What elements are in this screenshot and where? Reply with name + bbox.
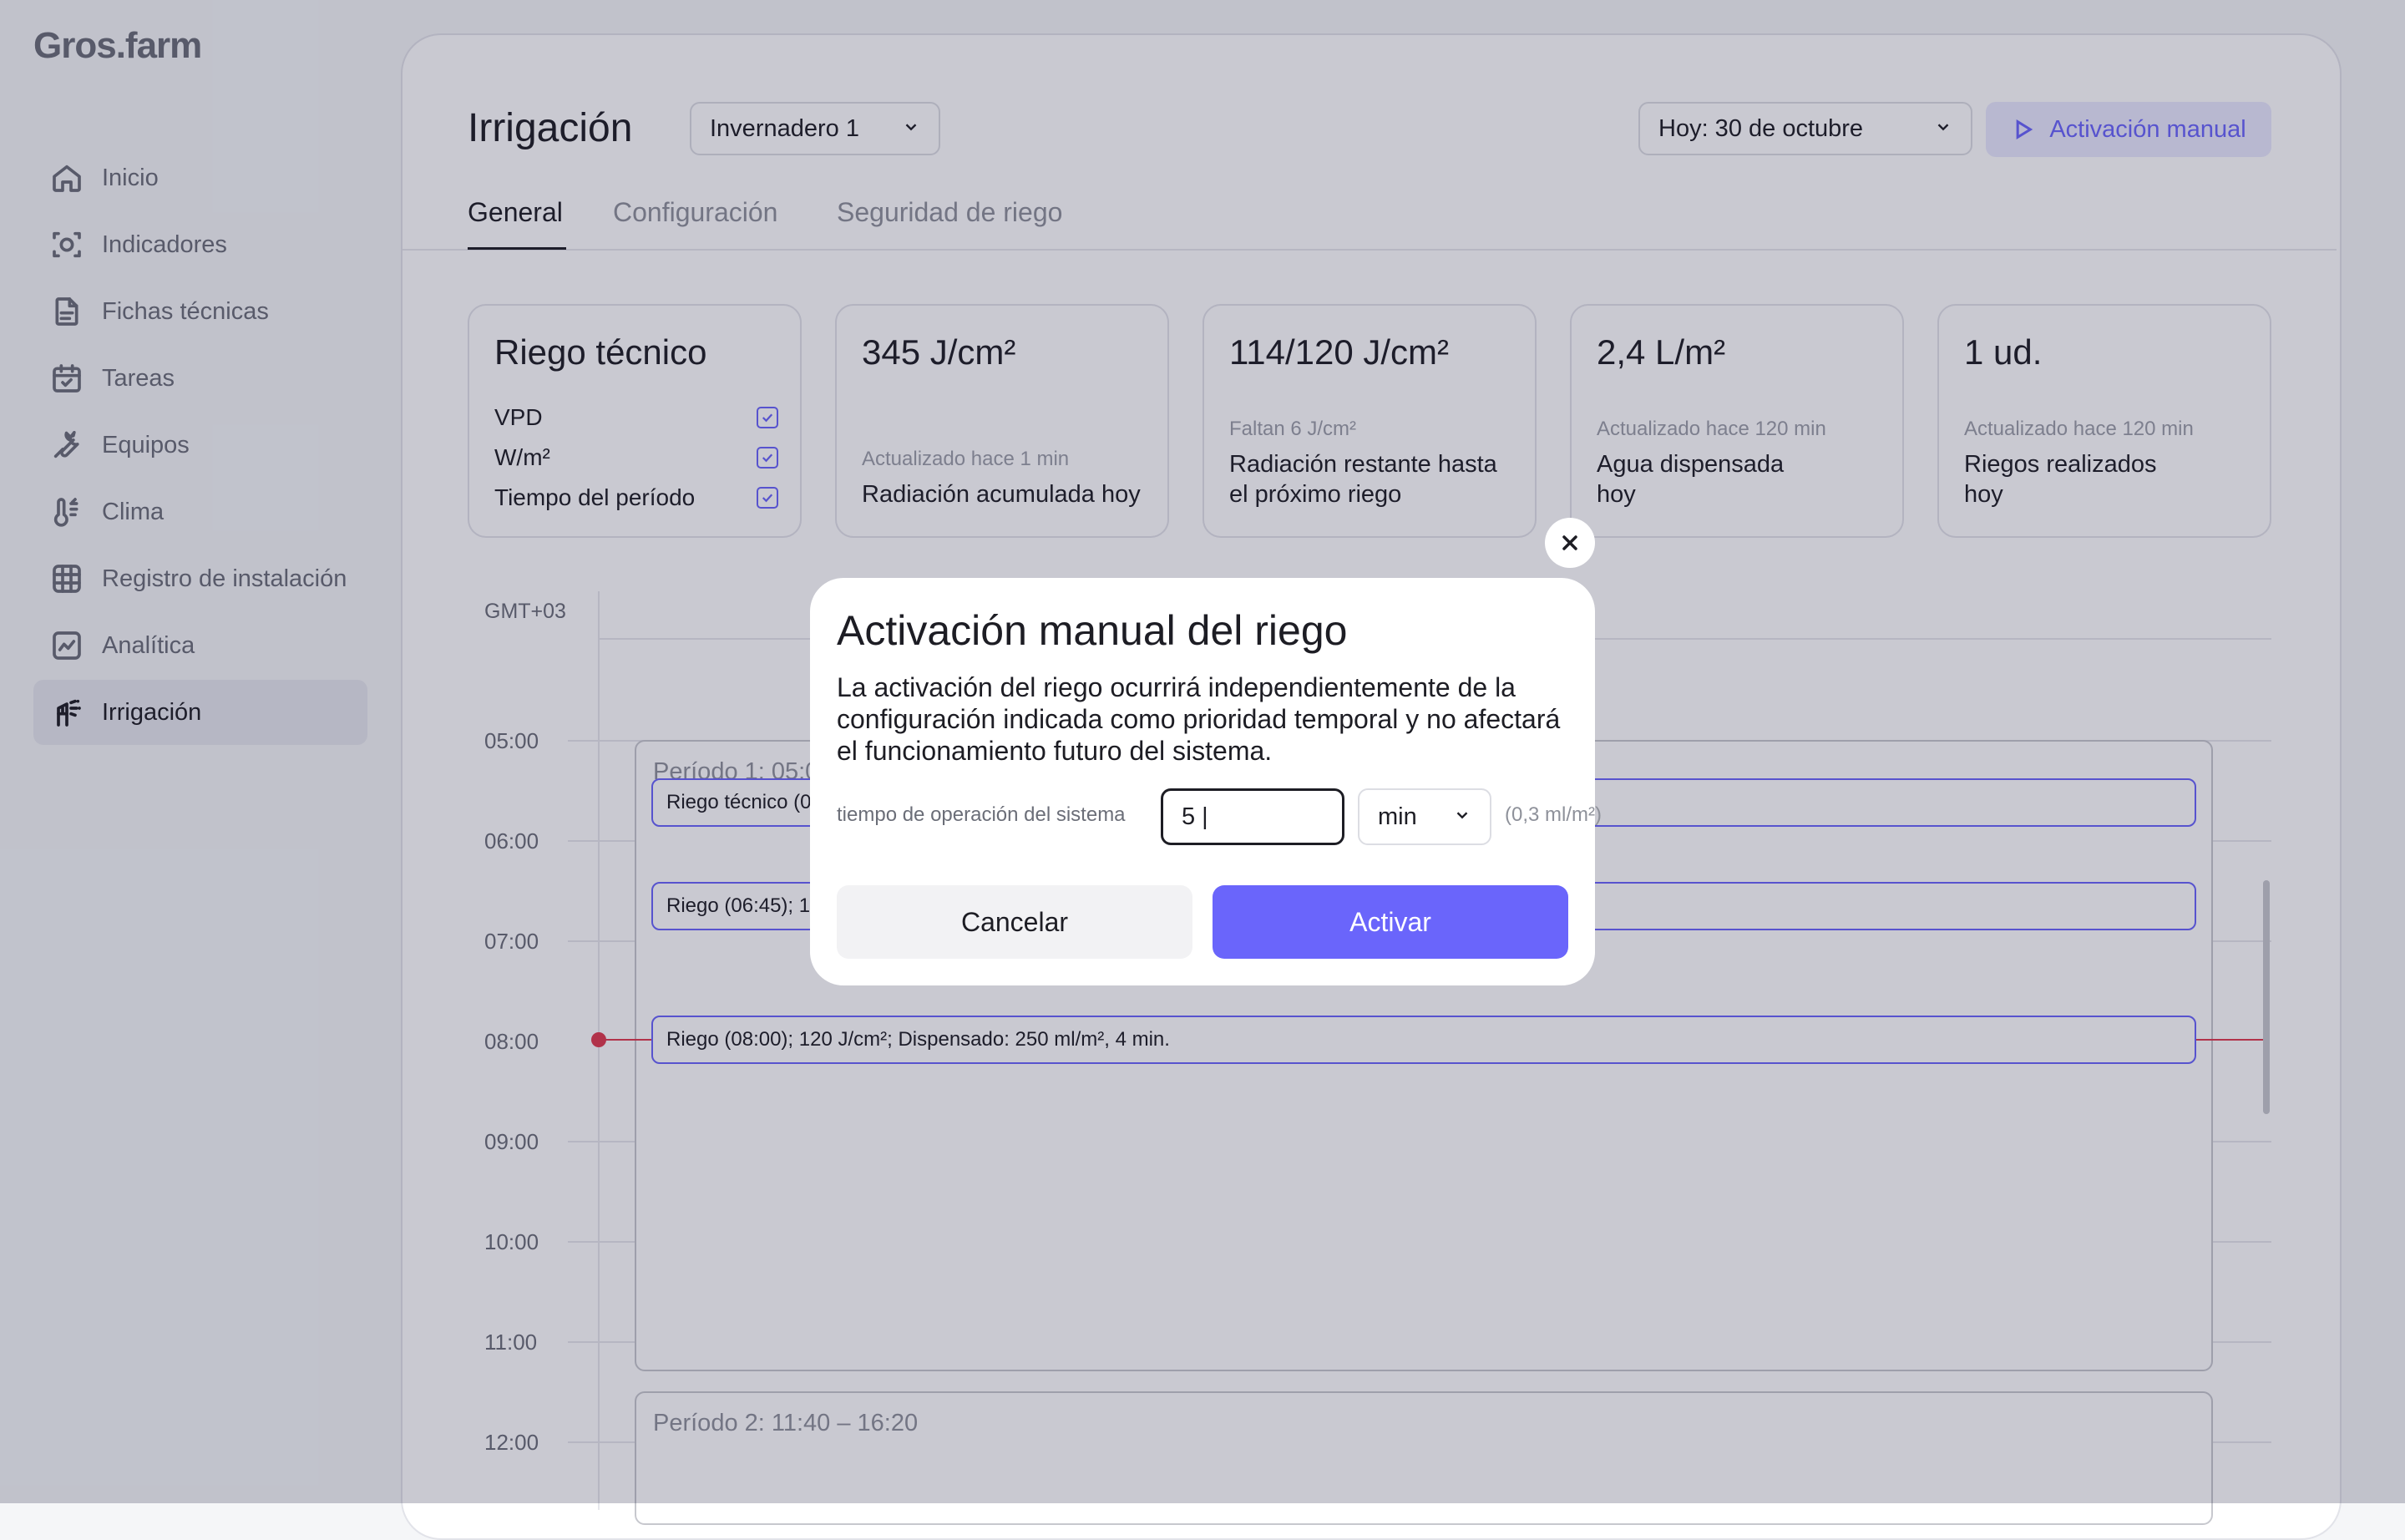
close-button[interactable] bbox=[1545, 518, 1595, 568]
modal-title: Activación manual del riego bbox=[837, 607, 1348, 654]
volume-hint: (0,3 ml/m²) bbox=[1505, 803, 1602, 826]
activate-button[interactable]: Activar bbox=[1213, 885, 1568, 959]
cancel-button[interactable]: Cancelar bbox=[837, 885, 1192, 959]
operation-time-input[interactable]: 5 | bbox=[1161, 788, 1344, 845]
chevron-down-icon bbox=[1453, 803, 1471, 831]
unit-select-value: min bbox=[1378, 803, 1417, 830]
unit-select[interactable]: min bbox=[1358, 788, 1491, 845]
close-icon bbox=[1562, 535, 1577, 550]
modal-description: La activación del riego ocurrirá indepen… bbox=[837, 672, 1561, 766]
manual-activation-modal: Activación manual del riego La activació… bbox=[810, 578, 1602, 985]
operation-time-label: tiempo de operación del sistema bbox=[837, 803, 1126, 826]
